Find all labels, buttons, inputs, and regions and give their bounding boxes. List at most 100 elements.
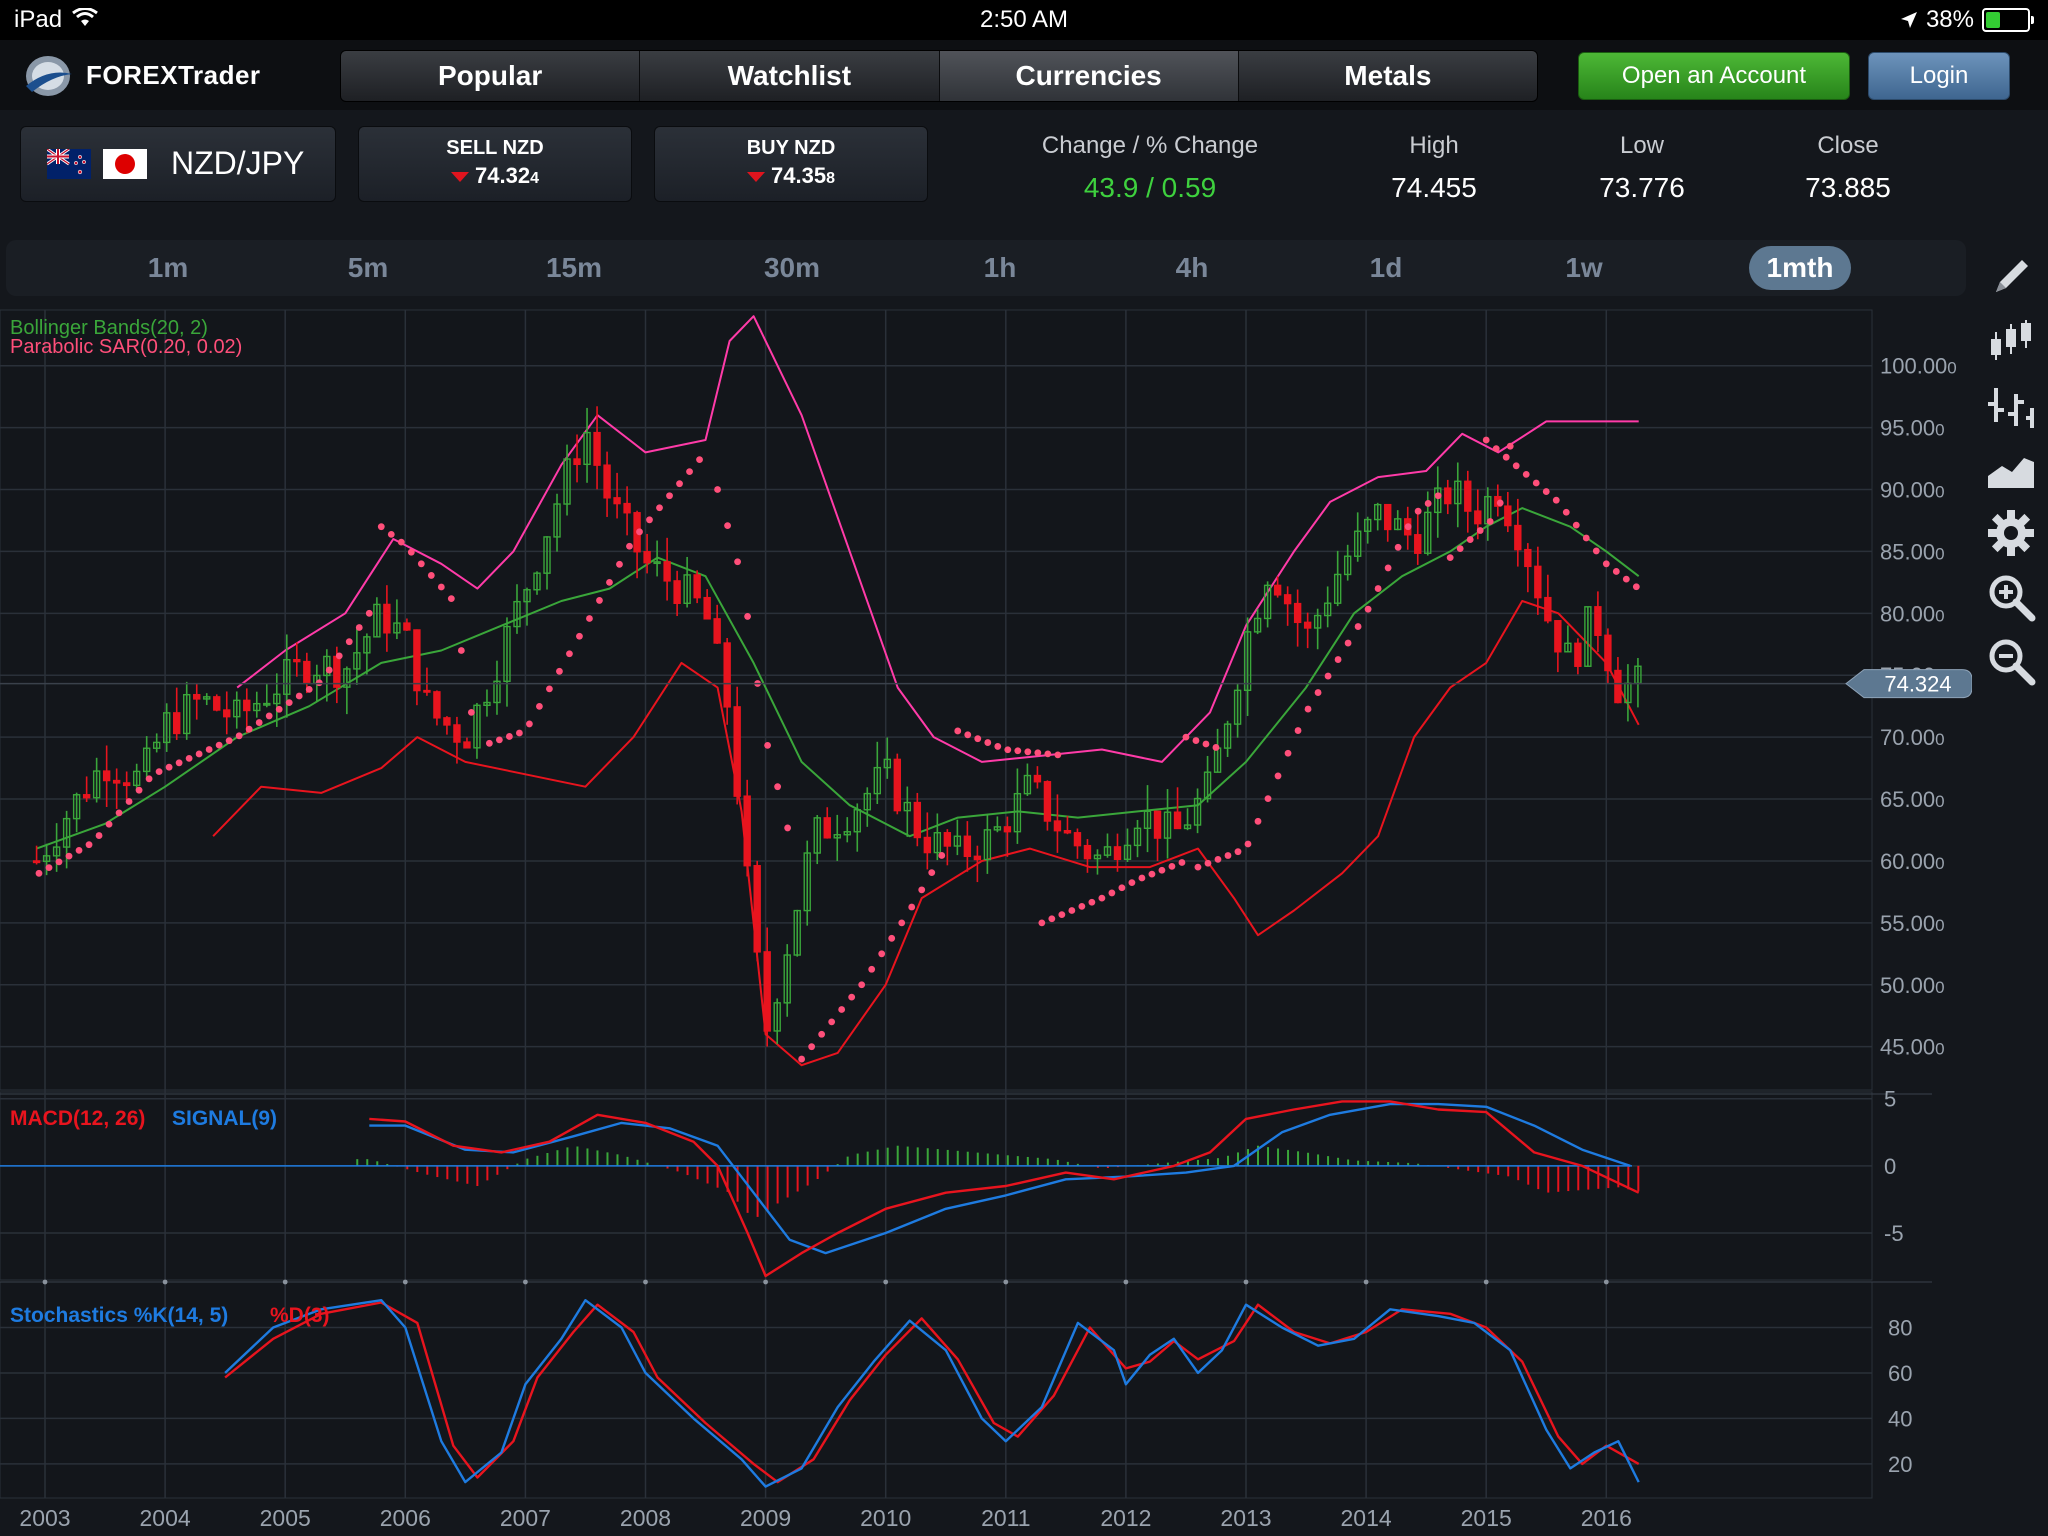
timeframe-1w[interactable]: 1w [1514, 240, 1654, 296]
sar-dot [1204, 859, 1212, 867]
panel-handle-dot [643, 1279, 648, 1285]
sar-dot [1456, 545, 1464, 552]
panel-handle-dot [1483, 1279, 1489, 1285]
candle-down [1574, 642, 1582, 667]
candle-down [693, 574, 701, 599]
gear-icon[interactable] [1984, 506, 2038, 560]
candle-down [1063, 830, 1072, 834]
candle-down [82, 794, 91, 799]
zoom-in-icon[interactable] [1984, 570, 2038, 624]
candle-down [1514, 524, 1522, 551]
low-value: 73.776 [1599, 172, 1685, 203]
sar-dot [285, 699, 293, 707]
sar-dot [636, 528, 643, 536]
candle-down [333, 655, 341, 688]
panel-handle-dot [1003, 1279, 1009, 1285]
sar-dot [1394, 543, 1402, 551]
ohlc-bars-icon[interactable] [1984, 378, 2038, 432]
candle-down [733, 706, 741, 797]
sar-dot [954, 727, 962, 735]
timeframe-1h[interactable]: 1h [930, 240, 1070, 296]
macd-tick-label: 5 [1884, 1087, 1896, 1112]
x-tick-label: 2016 [1581, 1505, 1632, 1531]
panel-handle-dot [1363, 1279, 1369, 1285]
timeframe-30m[interactable]: 30m [722, 240, 862, 296]
candle-down [823, 817, 831, 839]
candle-down [673, 580, 681, 605]
sar-dot [928, 869, 936, 877]
timeframe-bar: 1m 5m 15m 30m 1h 4h 1d 1w 1mth [6, 240, 1966, 296]
candle-down [32, 860, 41, 864]
tab-watchlist[interactable]: Watchlist [640, 51, 940, 101]
sar-dot [1434, 492, 1442, 500]
currency-pair-selector[interactable]: NZD/JPY [20, 126, 336, 202]
change-stat: Change / % Change 43.9 / 0.59 [1010, 132, 1290, 204]
pencil-icon[interactable] [1984, 250, 2038, 304]
price-tick-label: 100.000 [1880, 354, 1957, 379]
sar-dot [848, 993, 856, 1001]
sar-dot [335, 652, 343, 660]
candle-down [663, 561, 671, 582]
tab-metals[interactable]: Metals [1239, 51, 1537, 101]
sar-dot [377, 523, 385, 531]
price-tick-label: 90.000 [1880, 478, 1945, 503]
sar-dot [696, 456, 703, 464]
candle-down [1273, 584, 1282, 596]
sar-dot [355, 624, 363, 631]
timeframe-1mth[interactable]: 1mth [1706, 240, 1894, 296]
candle-down [593, 431, 601, 466]
sar-dot [1496, 499, 1504, 507]
timeframe-1m[interactable]: 1m [98, 240, 238, 296]
sar-dot [898, 919, 906, 927]
candle-down [433, 691, 441, 719]
candle-down [1504, 505, 1512, 527]
candle-down [1544, 596, 1552, 622]
price-chart[interactable]: 2003 2004 2005 2006 2007 2008 2009 2010 2011 2012… [0, 300, 1972, 1536]
quote-bar: NZD/JPY SELL NZD 74.324 BUY NZD 74.358 C… [0, 110, 2048, 234]
tab-currencies[interactable]: Currencies [939, 51, 1239, 101]
chart-svg[interactable]: 2003 2004 2005 2006 2007 2008 2009 2010 2011 2012… [0, 300, 1972, 1536]
sar-dot [1254, 817, 1262, 825]
candle-down [122, 782, 131, 787]
sar-dot [485, 739, 493, 747]
sar-dot [1334, 656, 1342, 663]
candle-down [1083, 844, 1092, 860]
tab-popular[interactable]: Popular [341, 51, 641, 101]
candle-down [403, 622, 411, 631]
sar-dot [55, 858, 63, 866]
sar-dot [1304, 705, 1312, 713]
timeframe-1d[interactable]: 1d [1316, 240, 1456, 296]
candle-down [1524, 548, 1532, 568]
sar-dot [1182, 733, 1190, 741]
market-tabs: Popular Watchlist Currencies Metals [340, 50, 1538, 102]
candle-down [1384, 503, 1392, 531]
candle-down [413, 629, 421, 692]
area-chart-icon[interactable] [1984, 442, 2038, 496]
candle-down [1173, 811, 1182, 830]
login-button[interactable]: Login [1868, 52, 2010, 100]
pair-label: NZD/JPY [171, 145, 305, 181]
sar-dot [646, 516, 653, 524]
sar-dot [1224, 852, 1232, 859]
sar-dot [1128, 879, 1136, 887]
sell-button[interactable]: SELL NZD 74.324 [358, 126, 632, 202]
timeframe-4h[interactable]: 4h [1122, 240, 1262, 296]
candlestick-icon[interactable] [1984, 314, 2038, 368]
open-account-button[interactable]: Open an Account [1578, 52, 1850, 100]
candle-down [643, 551, 651, 564]
price-tick-subdigit: 0 [1935, 978, 1944, 997]
zoom-out-icon[interactable] [1984, 634, 2038, 688]
status-bar: iPad 2:50 AM 38% [0, 0, 2048, 40]
sar-dot [1138, 874, 1146, 882]
timeframe-15m[interactable]: 15m [504, 240, 644, 296]
sar-dot [1088, 898, 1096, 906]
sar-dot [828, 1018, 836, 1026]
timeframe-5m[interactable]: 5m [298, 240, 438, 296]
buy-button[interactable]: BUY NZD 74.358 [654, 126, 928, 202]
sar-dot [95, 832, 103, 839]
close-value: 73.885 [1805, 172, 1891, 203]
sar-dot [1404, 523, 1412, 531]
sar-dot [878, 950, 886, 958]
sar-dot [808, 1043, 816, 1051]
sar-dot [125, 798, 133, 805]
